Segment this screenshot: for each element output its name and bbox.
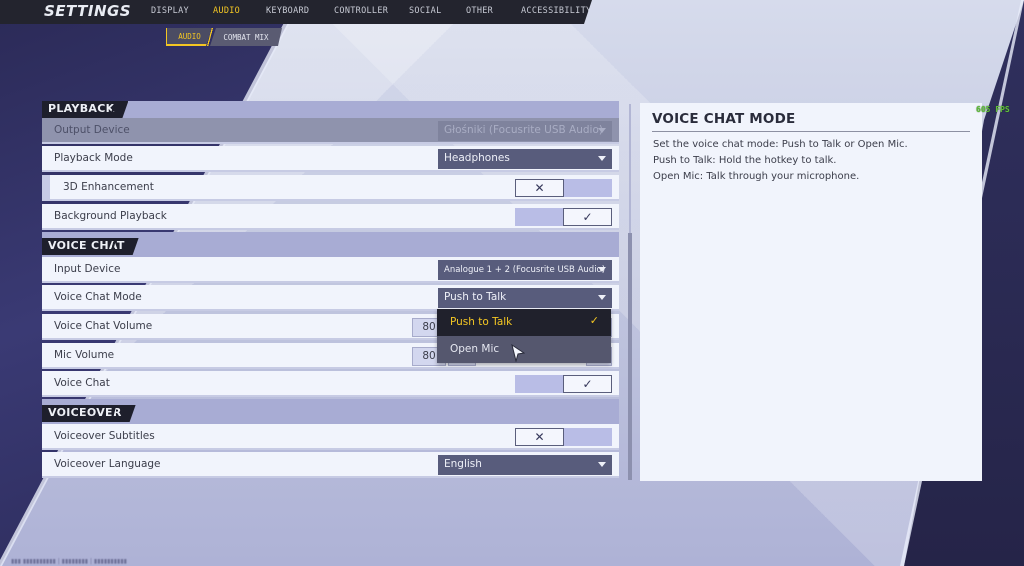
setting-3d-enhancement: 3D Enhancement ✕ [42,175,619,201]
info-line: Open Mic: Talk through your microphone. [653,171,860,182]
mouse-cursor-icon [511,344,525,362]
setting-label: Output Device [54,124,130,136]
chevron-down-icon [598,462,606,467]
setting-playback-mode: Playback Mode Headphones [42,146,619,172]
chevron-down-icon [598,128,606,133]
settings-panel: PLAYBACK Output Device Głośniki (Focusri… [42,100,619,480]
info-description: Set the voice chat mode: Push to Talk or… [653,137,908,185]
chevron-down-icon [598,156,606,161]
voice-chat-mode-select[interactable]: Push to Talk [438,288,612,308]
setting-voiceover-language: Voiceover Language English [42,452,619,478]
section-title-voice-chat: VOICE CHAT [42,238,139,255]
tab-other[interactable]: OTHER [466,6,493,16]
select-value: Głośniki (Focusrite USB Audio) [444,124,603,136]
output-device-select[interactable]: Głośniki (Focusrite USB Audio) [438,121,612,141]
chevron-down-icon [598,295,606,300]
setting-input-device: Input Device Analogue 1 + 2 (Focusrite U… [42,257,619,283]
setting-label: Voiceover Language [54,458,161,470]
tab-keyboard[interactable]: KEYBOARD [266,6,309,16]
dropdown-option-push-to-talk[interactable]: Push to Talk ✓ [437,309,611,336]
tab-accessibility[interactable]: ACCESSIBILITY [521,6,591,16]
section-slash-icon [110,102,116,117]
section-header-voice-chat: VOICE CHAT [42,232,619,257]
subtab-combat-mix[interactable]: COMBAT MIX [210,28,282,46]
check-icon: ✓ [589,314,599,327]
tab-social[interactable]: SOCIAL [409,6,442,16]
option-label: Push to Talk [450,316,513,328]
setting-label: Voice Chat Mode [54,291,142,303]
subtab-divider [206,28,214,46]
info-line: Push to Talk: Hold the hotkey to talk. [653,155,837,166]
select-value: Headphones [444,152,510,164]
setting-voice-chat: Voice Chat ✓ [42,371,619,397]
option-label: Open Mic [450,343,500,355]
section-header-playback: PLAYBACK [42,101,619,118]
section-slash-icon [110,239,116,254]
background-playback-toggle[interactable]: ✓ [515,208,612,226]
chevron-down-icon [598,267,606,272]
section-slash-icon [110,406,116,421]
close-icon: ✕ [515,179,564,197]
setting-label: 3D Enhancement [63,181,154,193]
setting-voiceover-subtitles: Voiceover Subtitles ✕ [42,424,619,450]
3d-enhancement-toggle[interactable]: ✕ [515,179,612,197]
check-icon: ✓ [563,208,612,226]
setting-label: Voice Chat [54,377,110,389]
setting-output-device: Output Device Głośniki (Focusrite USB Au… [42,118,619,144]
check-icon: ✓ [563,375,612,393]
fps-counter: 605 FPS [976,105,1010,114]
info-line: Set the voice chat mode: Push to Talk or… [653,139,908,150]
select-value: English [444,458,482,470]
info-title: VOICE CHAT MODE [652,111,796,127]
tab-controller[interactable]: CONTROLLER [334,6,388,16]
setting-label: Voice Chat Volume [54,320,153,332]
setting-label: Background Playback [54,210,167,222]
tab-audio[interactable]: AUDIO [213,6,240,16]
setting-label: Mic Volume [54,349,115,361]
setting-background-playback: Background Playback ✓ [42,204,619,230]
tab-display[interactable]: DISPLAY [151,6,189,16]
setting-label: Voiceover Subtitles [54,430,155,442]
section-title-voiceover: VOICEOVER [42,405,136,422]
voiceover-language-select[interactable]: English [438,455,612,475]
info-divider [652,131,970,132]
select-value: Analogue 1 + 2 (Focusrite USB Audio) [444,265,606,275]
setting-voice-chat-mode: Voice Chat Mode Push to Talk [42,285,619,311]
voiceover-subtitles-toggle[interactable]: ✕ [515,428,612,446]
select-value: Push to Talk [444,291,507,303]
close-icon: ✕ [515,428,564,446]
input-device-select[interactable]: Analogue 1 + 2 (Focusrite USB Audio) [438,260,612,280]
playback-mode-select[interactable]: Headphones [438,149,612,169]
uid-readout: ▮▮▮ ▮▮▮▮▮▮▮▮▮▮ | ▮▮▮▮▮▮▮▮ | ▮▮▮▮▮▮▮▮▮▮ [11,558,127,565]
page-title: SETTINGS [44,2,132,20]
section-header-voiceover: VOICEOVER [42,399,619,424]
top-nav-bar: SETTINGS DISPLAY AUDIO KEYBOARD CONTROLL… [0,0,592,24]
setting-label: Input Device [54,263,121,275]
info-panel: VOICE CHAT MODE Set the voice chat mode:… [640,103,982,481]
voice-chat-toggle[interactable]: ✓ [515,375,612,393]
setting-label: Playback Mode [54,152,133,164]
scrollbar-thumb[interactable] [628,233,632,480]
